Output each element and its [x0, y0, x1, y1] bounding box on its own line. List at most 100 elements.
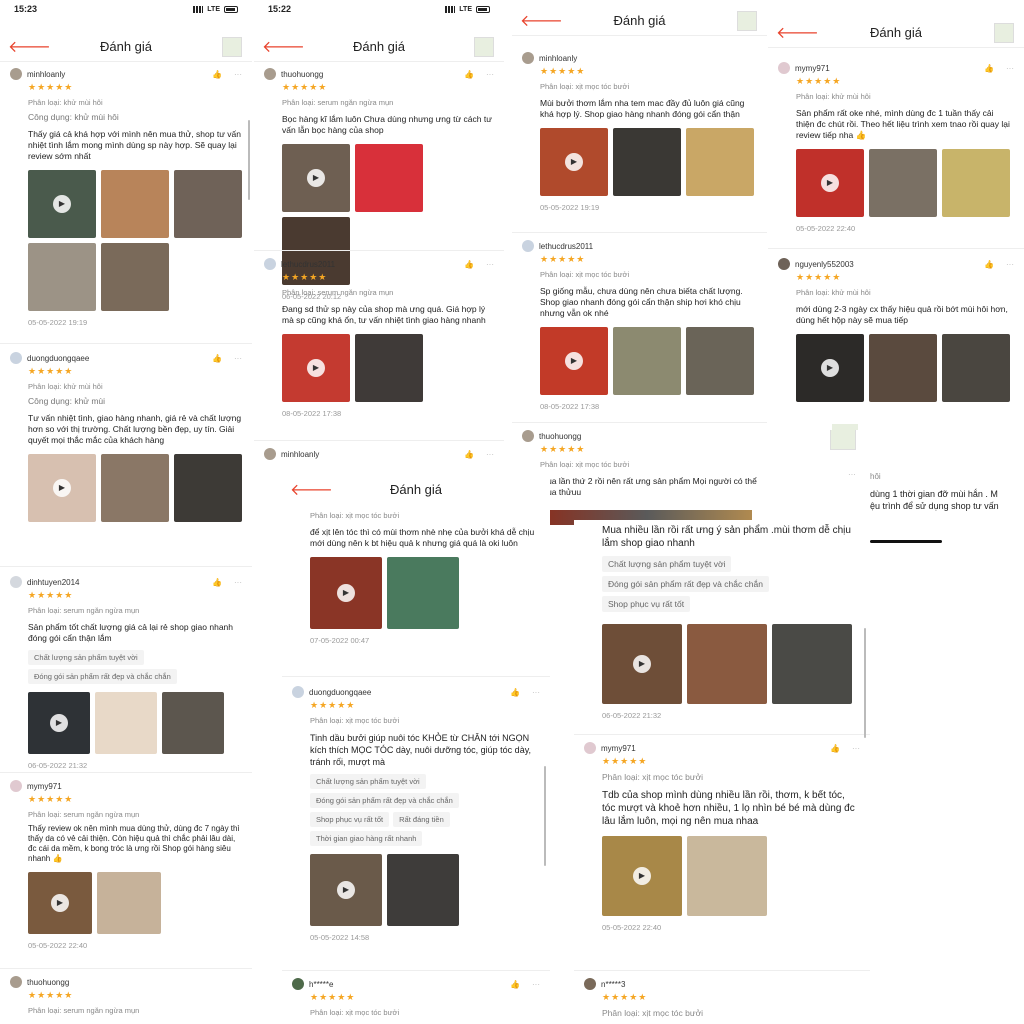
back-arrow-icon[interactable]: 🡐: [262, 36, 305, 57]
battery-icon: [224, 5, 238, 13]
page-title: Đánh giá: [613, 13, 666, 28]
review-photo[interactable]: [869, 334, 937, 402]
more-icon[interactable]: ···: [234, 354, 242, 363]
review-photo[interactable]: [687, 624, 767, 704]
review-video[interactable]: [282, 334, 350, 402]
star-rating: ★★★★★: [310, 700, 356, 710]
thumbs-up-icon[interactable]: 👍: [464, 70, 474, 79]
thumbs-up-icon[interactable]: 👍: [984, 260, 994, 269]
review-photo[interactable]: [355, 334, 423, 402]
variant-label: Phân loại: khử mùi hôi: [796, 288, 871, 297]
review-photo[interactable]: [95, 692, 157, 754]
review-text: để xịt lên tóc thì có mùi thơm nhè nhẹ c…: [310, 527, 535, 548]
review-photo[interactable]: [686, 327, 754, 395]
review-photo[interactable]: [101, 243, 169, 311]
back-arrow-icon[interactable]: 🡐: [290, 479, 333, 500]
more-icon[interactable]: ···: [532, 688, 540, 697]
thumbs-up-icon[interactable]: 👍: [212, 70, 222, 79]
more-icon[interactable]: ···: [486, 70, 494, 79]
review-photos: [602, 836, 860, 916]
review-video[interactable]: [602, 836, 682, 916]
scrollbar[interactable]: [864, 628, 866, 738]
product-thumbnail[interactable]: [222, 36, 242, 57]
review-photo[interactable]: [162, 692, 224, 754]
variant-label: Phân loại: khử mùi hôi: [28, 382, 103, 391]
review-video[interactable]: [28, 872, 92, 934]
header: 🡐 Đánh giá: [254, 32, 504, 62]
review-photo[interactable]: [686, 128, 754, 196]
more-icon[interactable]: ···: [1006, 64, 1014, 73]
review-video[interactable]: [540, 128, 608, 196]
review-panel-2: 15:22 LTE 🡐 Đánh giá thuohuongg 👍 ··· ★★★★★ …: [254, 0, 504, 470]
review-photo[interactable]: [613, 128, 681, 196]
divider: [768, 248, 1024, 249]
product-thumbnail[interactable]: [474, 36, 494, 57]
variant-label: Phân loại: serum ngăn ngừa mụn: [28, 810, 140, 819]
divider: [574, 734, 870, 735]
thumbs-up-icon[interactable]: 👍: [830, 744, 840, 753]
star-rating: ★★★★★: [310, 992, 356, 1002]
header: 🡐 Đánh giá: [512, 6, 767, 36]
thumbs-up-icon[interactable]: 👍: [212, 354, 222, 363]
scrollbar[interactable]: [248, 120, 250, 200]
review-photo[interactable]: [387, 854, 459, 926]
review-video[interactable]: [282, 144, 350, 212]
more-icon[interactable]: ···: [486, 260, 494, 269]
review-video[interactable]: [28, 692, 90, 754]
review-photo[interactable]: [387, 557, 459, 629]
review-video[interactable]: [28, 170, 96, 238]
username: lethucdrus2011: [281, 259, 336, 269]
product-thumbnail[interactable]: [737, 10, 757, 31]
thumbs-up-icon[interactable]: 👍: [464, 260, 474, 269]
review-photo[interactable]: [101, 170, 169, 238]
review-photo[interactable]: [101, 454, 169, 522]
more-icon[interactable]: ···: [852, 744, 860, 753]
product-thumbnail[interactable]: [994, 22, 1014, 43]
review-video[interactable]: [310, 557, 382, 629]
review-photo[interactable]: [174, 454, 242, 522]
review-date: 08-05-2022 17:38: [540, 402, 600, 411]
review-photo[interactable]: [28, 243, 96, 311]
review-photo[interactable]: [613, 327, 681, 395]
review-photo[interactable]: [355, 144, 423, 212]
more-icon[interactable]: ···: [532, 980, 540, 989]
review-photo[interactable]: [687, 836, 767, 916]
header: 🡐 Đánh giá: [768, 18, 1024, 48]
review-item: minhloanly ★★★★★ Phân loại: xịt mọc tóc …: [512, 52, 767, 212]
thumbs-up-icon[interactable]: 👍: [510, 980, 520, 989]
review-video[interactable]: [28, 454, 96, 522]
review-item: minhloanly 👍 ···: [254, 448, 504, 460]
review-video[interactable]: [540, 327, 608, 395]
more-icon[interactable]: ···: [234, 578, 242, 587]
review-photo[interactable]: [772, 624, 852, 704]
thumbs-up-icon[interactable]: 👍: [464, 450, 474, 459]
review-video[interactable]: [796, 149, 864, 217]
review-video[interactable]: [310, 854, 382, 926]
more-icon[interactable]: ···: [848, 470, 856, 479]
more-icon[interactable]: ···: [486, 450, 494, 459]
thumbs-up-icon[interactable]: 👍: [212, 578, 222, 587]
scrollbar[interactable]: [544, 766, 546, 866]
review-photos: [796, 334, 1014, 402]
thumbs-up-icon[interactable]: 👍: [510, 688, 520, 697]
review-photo[interactable]: [174, 170, 242, 238]
username: mymy971: [795, 63, 830, 73]
review-photo[interactable]: [869, 149, 937, 217]
tag: Thời gian giao hàng rất nhanh: [310, 831, 423, 846]
thumbs-up-icon[interactable]: 👍: [984, 64, 994, 73]
back-arrow-icon[interactable]: 🡐: [776, 22, 819, 43]
variant-label: Phân loại: serum ngăn ngừa mụn: [28, 1006, 140, 1015]
review-photo[interactable]: [942, 334, 1010, 402]
review-photos: [28, 692, 242, 754]
review-video[interactable]: [796, 334, 864, 402]
back-arrow-icon[interactable]: 🡐: [520, 10, 563, 31]
review-video[interactable]: [602, 624, 682, 704]
review-photo[interactable]: [942, 149, 1010, 217]
more-icon[interactable]: ···: [234, 70, 242, 79]
review-photos: [282, 334, 494, 402]
more-icon[interactable]: ···: [1006, 260, 1014, 269]
variant-label: Phân loại: xịt mọc tóc bưởi: [602, 772, 704, 782]
back-arrow-icon[interactable]: 🡐: [8, 36, 51, 57]
tag: Chất lượng sản phẩm tuyệt vời: [602, 556, 732, 572]
review-photo[interactable]: [97, 872, 161, 934]
